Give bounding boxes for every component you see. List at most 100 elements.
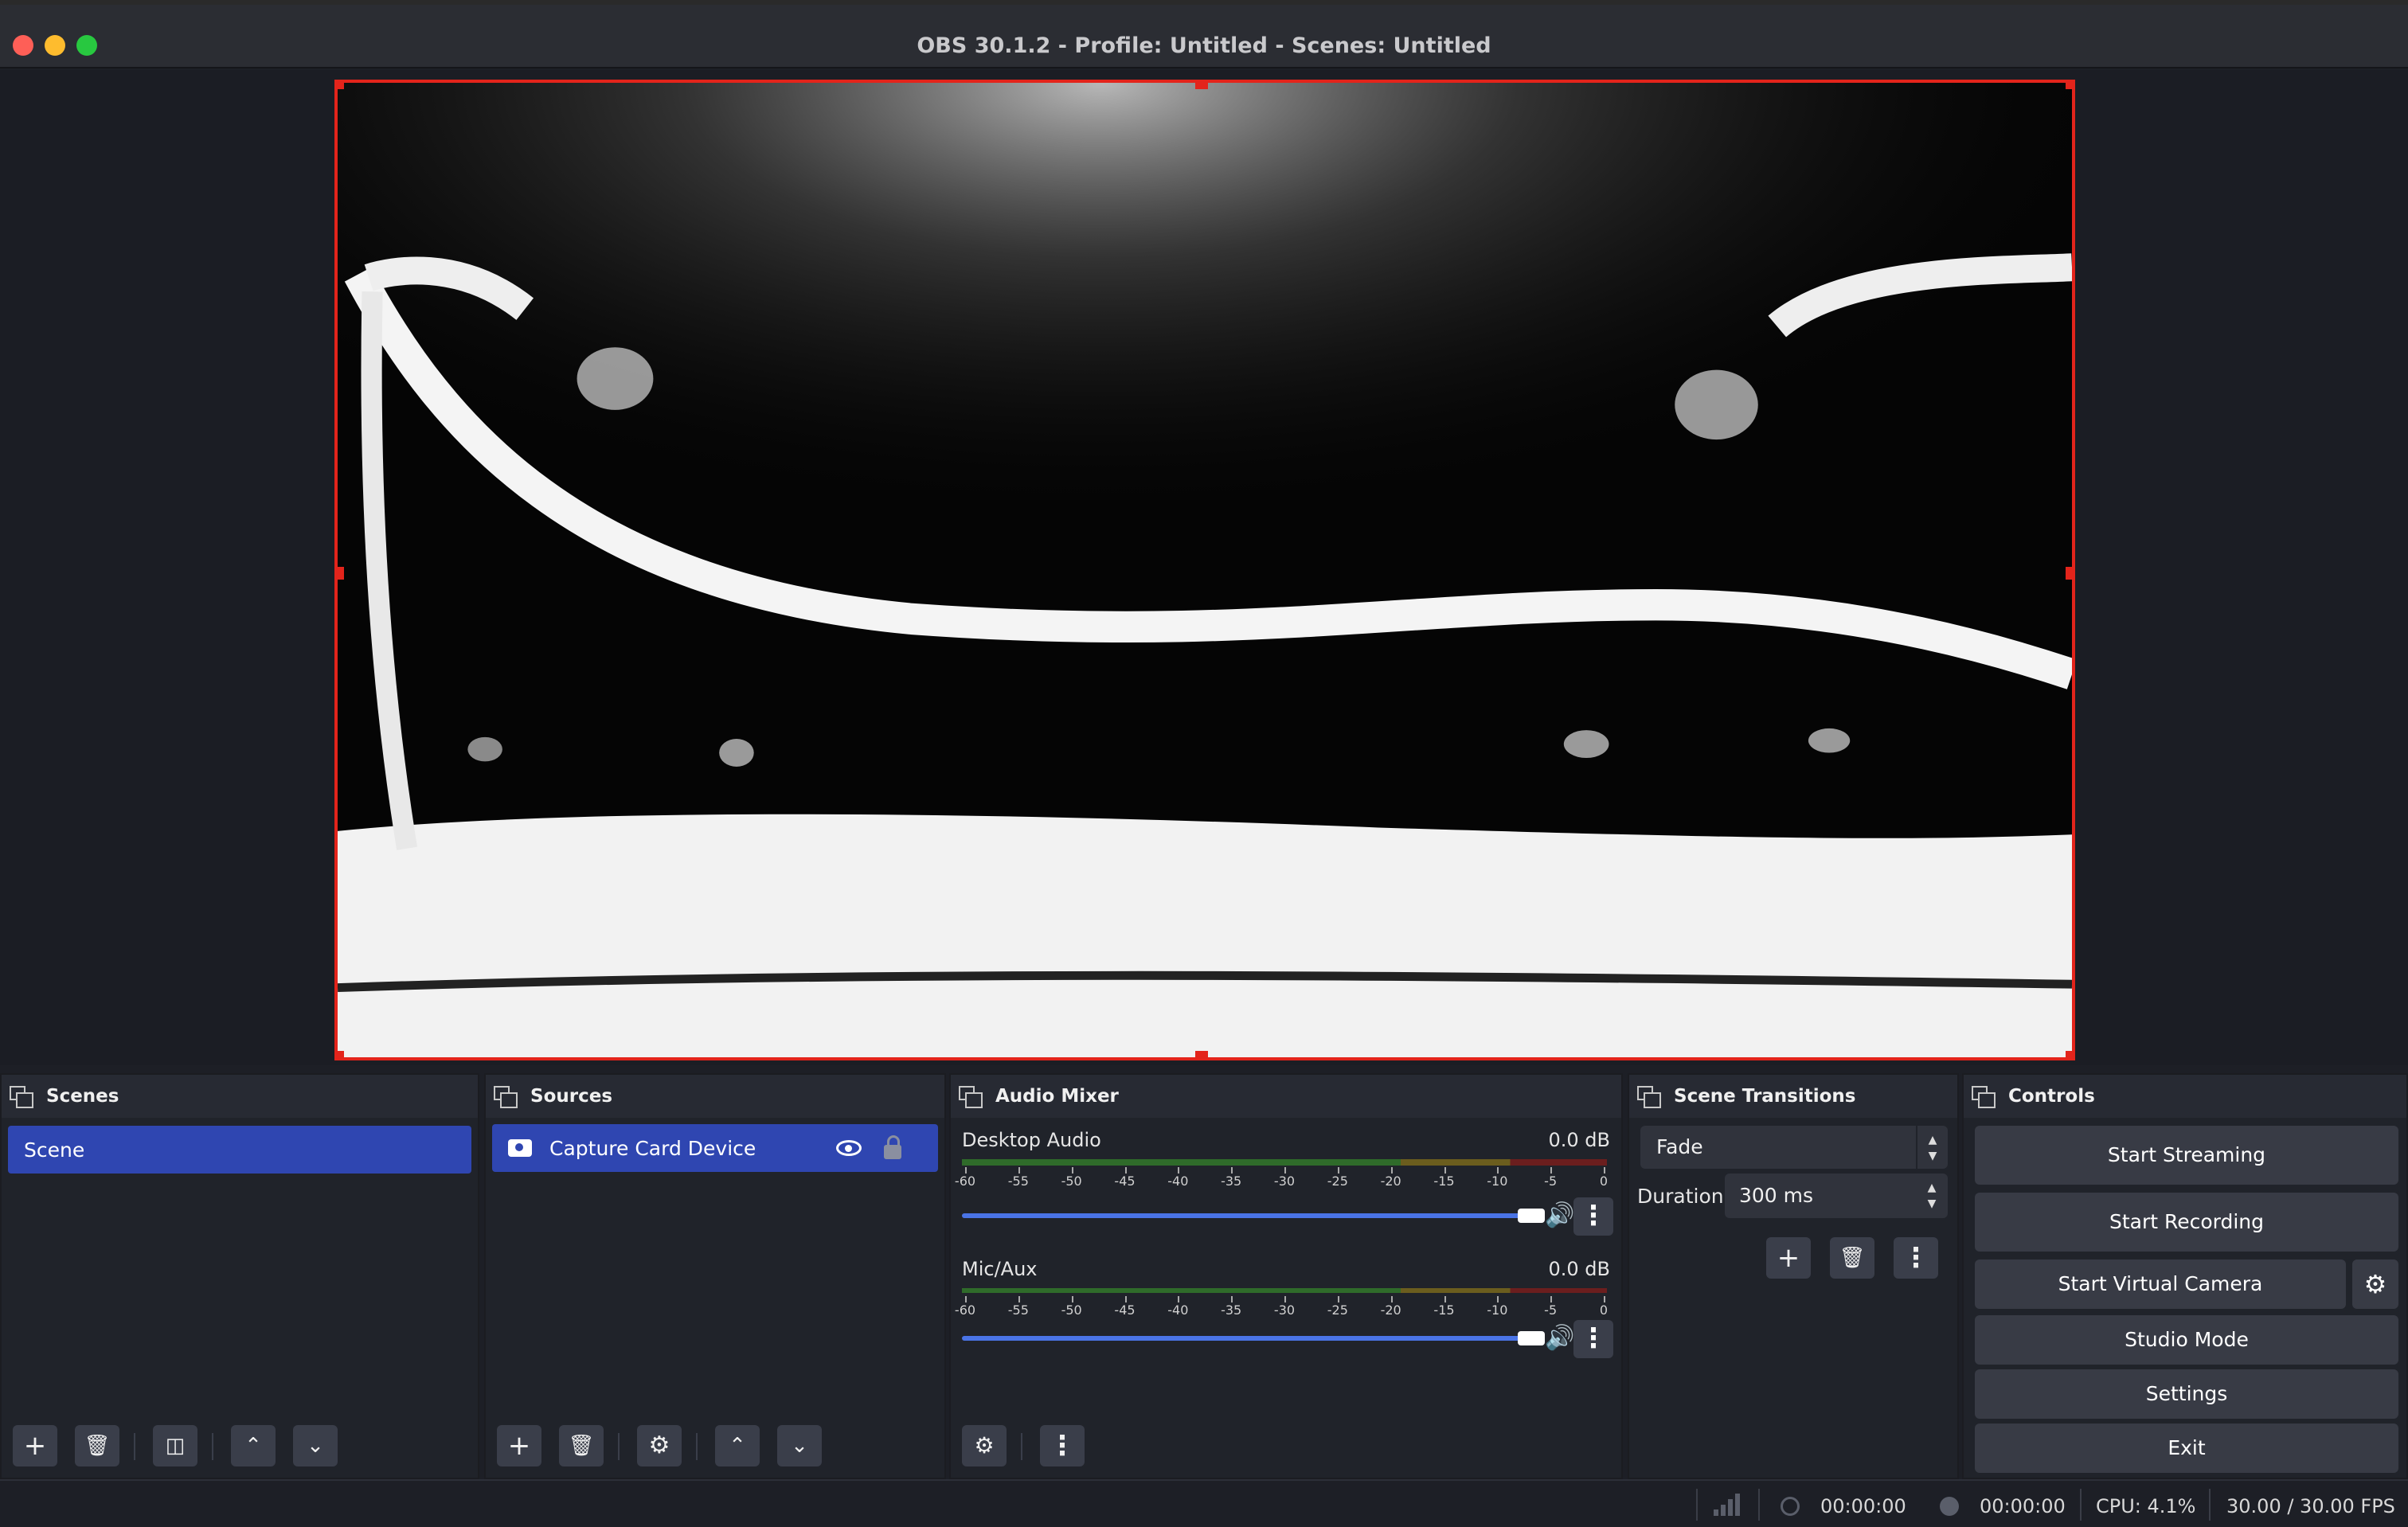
scene-transitions-dock-header[interactable]: Scene Transitions — [1629, 1075, 1957, 1118]
dock-float-icon[interactable] — [959, 1086, 983, 1108]
scenes-dock-header[interactable]: Scenes — [2, 1075, 478, 1118]
meter-tick-label: -25 — [1327, 1302, 1348, 1318]
meter-tick — [1444, 1167, 1446, 1174]
meter-tick-label: -50 — [1061, 1174, 1082, 1189]
record-time: 00:00:00 — [1980, 1495, 2066, 1517]
program-preview[interactable] — [334, 80, 2075, 1060]
meter-tick-label: -10 — [1487, 1174, 1508, 1189]
sources-list: Capture Card Device + 🗑 ⚙ ⌃ ⌄ — [486, 1118, 944, 1478]
dock-float-icon[interactable] — [10, 1086, 33, 1108]
meter-tick-label: -20 — [1380, 1302, 1401, 1318]
audio-mixer-dock-header[interactable]: Audio Mixer — [951, 1075, 1621, 1118]
scene-transitions-title: Scene Transitions — [1674, 1086, 1856, 1107]
sources-toolbar: + 🗑 ⚙ ⌃ ⌄ — [486, 1414, 944, 1478]
resize-handle-left[interactable] — [338, 567, 344, 580]
status-separator — [1758, 1489, 1760, 1521]
volume-slider[interactable] — [962, 1336, 1530, 1341]
audio-mixer-menu-button[interactable]: ⋮ — [1040, 1425, 1085, 1466]
channel-name: Desktop Audio — [962, 1129, 1101, 1151]
virtual-camera-settings-gear-icon[interactable]: ⚙ — [2352, 1259, 2398, 1309]
transition-properties-menu-button[interactable]: ⋮ — [1894, 1237, 1938, 1279]
meter-tick — [1231, 1167, 1233, 1174]
meter-tick-label: -25 — [1327, 1174, 1348, 1189]
channel-name: Mic/Aux — [962, 1258, 1038, 1280]
meter-tick-label: -45 — [1114, 1302, 1136, 1318]
scene-item[interactable]: Scene — [8, 1126, 471, 1174]
remove-source-button[interactable]: 🗑 — [559, 1425, 604, 1466]
add-source-button[interactable]: + — [497, 1425, 541, 1466]
camera-icon — [508, 1139, 532, 1157]
resize-handle-top-left[interactable] — [338, 83, 344, 89]
speaker-icon[interactable]: 🔊 — [1545, 1204, 1574, 1228]
volume-slider[interactable] — [962, 1213, 1530, 1218]
sources-dock-header[interactable]: Sources — [486, 1075, 944, 1118]
resize-handle-right[interactable] — [2066, 567, 2072, 580]
meter-tick — [1604, 1296, 1605, 1302]
source-properties-button[interactable]: ⚙ — [637, 1425, 682, 1466]
meter-tick-label: -30 — [1273, 1302, 1296, 1318]
settings-button[interactable]: Settings — [1975, 1369, 2398, 1419]
studio-mode-button[interactable]: Studio Mode — [1975, 1315, 2398, 1365]
dock-float-icon[interactable] — [494, 1086, 518, 1108]
meter-tick-label: 0 — [1599, 1302, 1609, 1318]
status-separator — [2209, 1489, 2211, 1521]
resize-handle-top[interactable] — [1195, 83, 1208, 89]
add-scene-button[interactable]: + — [13, 1425, 57, 1466]
move-source-down-button[interactable]: ⌄ — [777, 1425, 822, 1466]
move-source-up-button[interactable]: ⌃ — [715, 1425, 760, 1466]
meter-tick-label: -40 — [1167, 1302, 1189, 1318]
remove-transition-button[interactable]: 🗑 — [1830, 1237, 1874, 1279]
advanced-audio-properties-button[interactable]: ⚙ — [962, 1425, 1007, 1466]
meter-tick-label: -15 — [1433, 1302, 1455, 1318]
start-virtual-camera-button[interactable]: Start Virtual Camera — [1975, 1259, 2346, 1309]
volume-slider-handle[interactable] — [1518, 1331, 1545, 1345]
move-scene-down-button[interactable]: ⌄ — [293, 1425, 338, 1466]
lock-icon[interactable] — [884, 1135, 901, 1159]
scene-transitions-body: Fade ▲ ▼ Duration 300 ms ▲ ▼ + 🗑 ⋮ — [1629, 1118, 1957, 1478]
visibility-eye-icon[interactable] — [836, 1140, 862, 1156]
resize-handle-top-right[interactable] — [2066, 83, 2072, 89]
channel-level-db: 0.0 dB — [1548, 1129, 1611, 1151]
dock-float-icon[interactable] — [1972, 1086, 1996, 1108]
start-streaming-button[interactable]: Start Streaming — [1975, 1126, 2398, 1185]
meter-tick-label: -55 — [1007, 1302, 1029, 1318]
stepper-arrows-icon[interactable]: ▲ ▼ — [1916, 1174, 1948, 1218]
meter-tick-label: -55 — [1007, 1174, 1029, 1189]
meter-tick — [1550, 1296, 1553, 1302]
add-transition-button[interactable]: + — [1766, 1237, 1811, 1279]
duration-spinbox[interactable]: 300 ms ▲ ▼ — [1725, 1174, 1948, 1218]
meter-tick-label: -30 — [1273, 1174, 1296, 1189]
speaker-icon[interactable]: 🔊 — [1545, 1326, 1574, 1350]
scene-filters-button[interactable]: ◫ — [153, 1425, 197, 1466]
network-signal-icon — [1714, 1492, 1741, 1516]
source-item[interactable]: Capture Card Device — [492, 1124, 938, 1172]
channel-menu-button[interactable]: ⋮ — [1573, 1320, 1613, 1358]
audio-mixer-body: Desktop Audio 0.0 dB -60 -55 -50 -45 -40 -35 -… — [951, 1118, 1621, 1478]
recording-status-icon — [1940, 1497, 1959, 1516]
remove-scene-button[interactable]: 🗑 — [75, 1425, 119, 1466]
resize-handle-bottom-right[interactable] — [2066, 1051, 2072, 1057]
dock-float-icon[interactable] — [1637, 1086, 1661, 1108]
toolbar-separator — [212, 1433, 213, 1460]
channel-menu-button[interactable]: ⋮ — [1573, 1197, 1613, 1236]
window-title: OBS 30.1.2 - Profile: Untitled - Scenes:… — [917, 33, 1491, 58]
meter-tick-label: -50 — [1061, 1302, 1082, 1318]
meter-tick-label: -45 — [1114, 1174, 1136, 1189]
resize-handle-bottom-left[interactable] — [338, 1051, 344, 1057]
meter-tick-label: -60 — [954, 1174, 976, 1189]
meter-tick — [1071, 1296, 1073, 1302]
exit-button[interactable]: Exit — [1975, 1424, 2398, 1473]
volume-slider-handle[interactable] — [1518, 1209, 1545, 1223]
controls-dock-header[interactable]: Controls — [1964, 1075, 2406, 1118]
transition-select-value: Fade — [1656, 1135, 1703, 1158]
meter-tick-label: -35 — [1221, 1174, 1242, 1189]
meter-tick — [1178, 1296, 1180, 1302]
transition-select[interactable]: Fade ▲ ▼ — [1640, 1126, 1948, 1169]
meter-tick-label: -20 — [1380, 1174, 1401, 1189]
resize-handle-bottom[interactable] — [1195, 1051, 1208, 1057]
start-recording-button[interactable]: Start Recording — [1975, 1193, 2398, 1252]
move-scene-up-button[interactable]: ⌃ — [231, 1425, 276, 1466]
meter-tick — [1337, 1167, 1339, 1174]
meter-tick-label: -60 — [954, 1302, 976, 1318]
obs-window: OBS 30.1.2 - Profile: Untitled - Scenes:… — [0, 5, 2408, 1527]
